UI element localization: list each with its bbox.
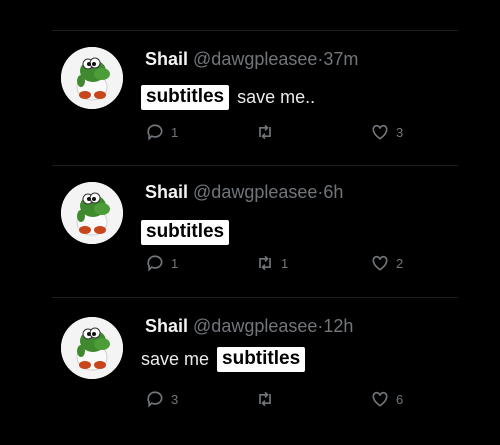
- tweet-body: save me: [141, 349, 210, 369]
- retweet-button[interactable]: 1: [255, 253, 288, 273]
- yoshi-avatar-icon: [61, 47, 123, 109]
- retweet-icon: [259, 255, 271, 271]
- tweet-text: subtitles save me..: [141, 85, 315, 110]
- timestamp[interactable]: 37m: [323, 49, 358, 69]
- tweet-1[interactable]: Shail @dawgpleasee·37m subtitles save me…: [0, 30, 500, 165]
- retweet-icon: [259, 391, 271, 407]
- like-button[interactable]: 6: [370, 389, 403, 409]
- reply-button[interactable]: 3: [145, 389, 178, 409]
- action-bar: 1 3: [145, 122, 415, 144]
- reply-icon: [147, 255, 163, 272]
- display-name[interactable]: Shail: [145, 316, 188, 336]
- timestamp[interactable]: 6h: [323, 182, 343, 202]
- subtitle-caption: subtitles: [141, 220, 230, 245]
- yoshi-avatar-icon: [61, 182, 123, 244]
- tweet-header: Shail @dawgpleasee·12h: [145, 316, 353, 337]
- timestamp[interactable]: 12h: [323, 316, 353, 336]
- tweet-text: subtitles: [141, 220, 237, 245]
- heart-icon: [372, 391, 388, 407]
- avatar[interactable]: [61, 317, 123, 379]
- reply-count: 1: [171, 255, 179, 271]
- tweet-text: save me subtitles: [141, 347, 306, 372]
- like-count: 2: [396, 255, 404, 271]
- like-count: 3: [396, 124, 404, 140]
- yoshi-avatar-icon: [61, 317, 123, 379]
- reply-count: 1: [171, 124, 179, 140]
- like-button[interactable]: 3: [370, 122, 403, 142]
- like-count: 6: [396, 391, 404, 407]
- action-bar: 1 1 2: [145, 253, 415, 275]
- user-handle[interactable]: @dawgpleasee: [193, 49, 317, 69]
- subtitle-caption: subtitles: [217, 347, 306, 372]
- heart-icon: [372, 255, 388, 271]
- retweet-button[interactable]: [255, 389, 281, 409]
- display-name[interactable]: Shail: [145, 49, 188, 69]
- reply-icon: [147, 124, 163, 141]
- tweet-3[interactable]: Shail @dawgpleasee·12h save me subtitles…: [0, 297, 500, 432]
- tweet-feed: Shail @dawgpleasee·37m subtitles save me…: [0, 0, 500, 445]
- avatar[interactable]: [61, 47, 123, 109]
- like-button[interactable]: 2: [370, 253, 403, 273]
- tweet-header: Shail @dawgpleasee·37m: [145, 49, 358, 70]
- avatar[interactable]: [61, 182, 123, 244]
- user-handle[interactable]: @dawgpleasee: [193, 182, 317, 202]
- reply-count: 3: [171, 391, 179, 407]
- retweet-button[interactable]: [255, 122, 281, 142]
- display-name[interactable]: Shail: [145, 182, 188, 202]
- retweet-icon: [259, 124, 271, 140]
- tweet-header: Shail @dawgpleasee·6h: [145, 182, 343, 203]
- action-bar: 3 6: [145, 389, 415, 411]
- heart-icon: [372, 124, 388, 140]
- retweet-count: 1: [281, 255, 289, 271]
- reply-icon: [147, 391, 163, 408]
- tweet-body: save me..: [237, 87, 316, 107]
- subtitle-caption: subtitles: [141, 85, 230, 110]
- tweet-2[interactable]: Shail @dawgpleasee·6h subtitles 1 1 2: [0, 165, 500, 297]
- user-handle[interactable]: @dawgpleasee: [193, 316, 317, 336]
- reply-button[interactable]: 1: [145, 253, 178, 273]
- reply-button[interactable]: 1: [145, 122, 178, 142]
